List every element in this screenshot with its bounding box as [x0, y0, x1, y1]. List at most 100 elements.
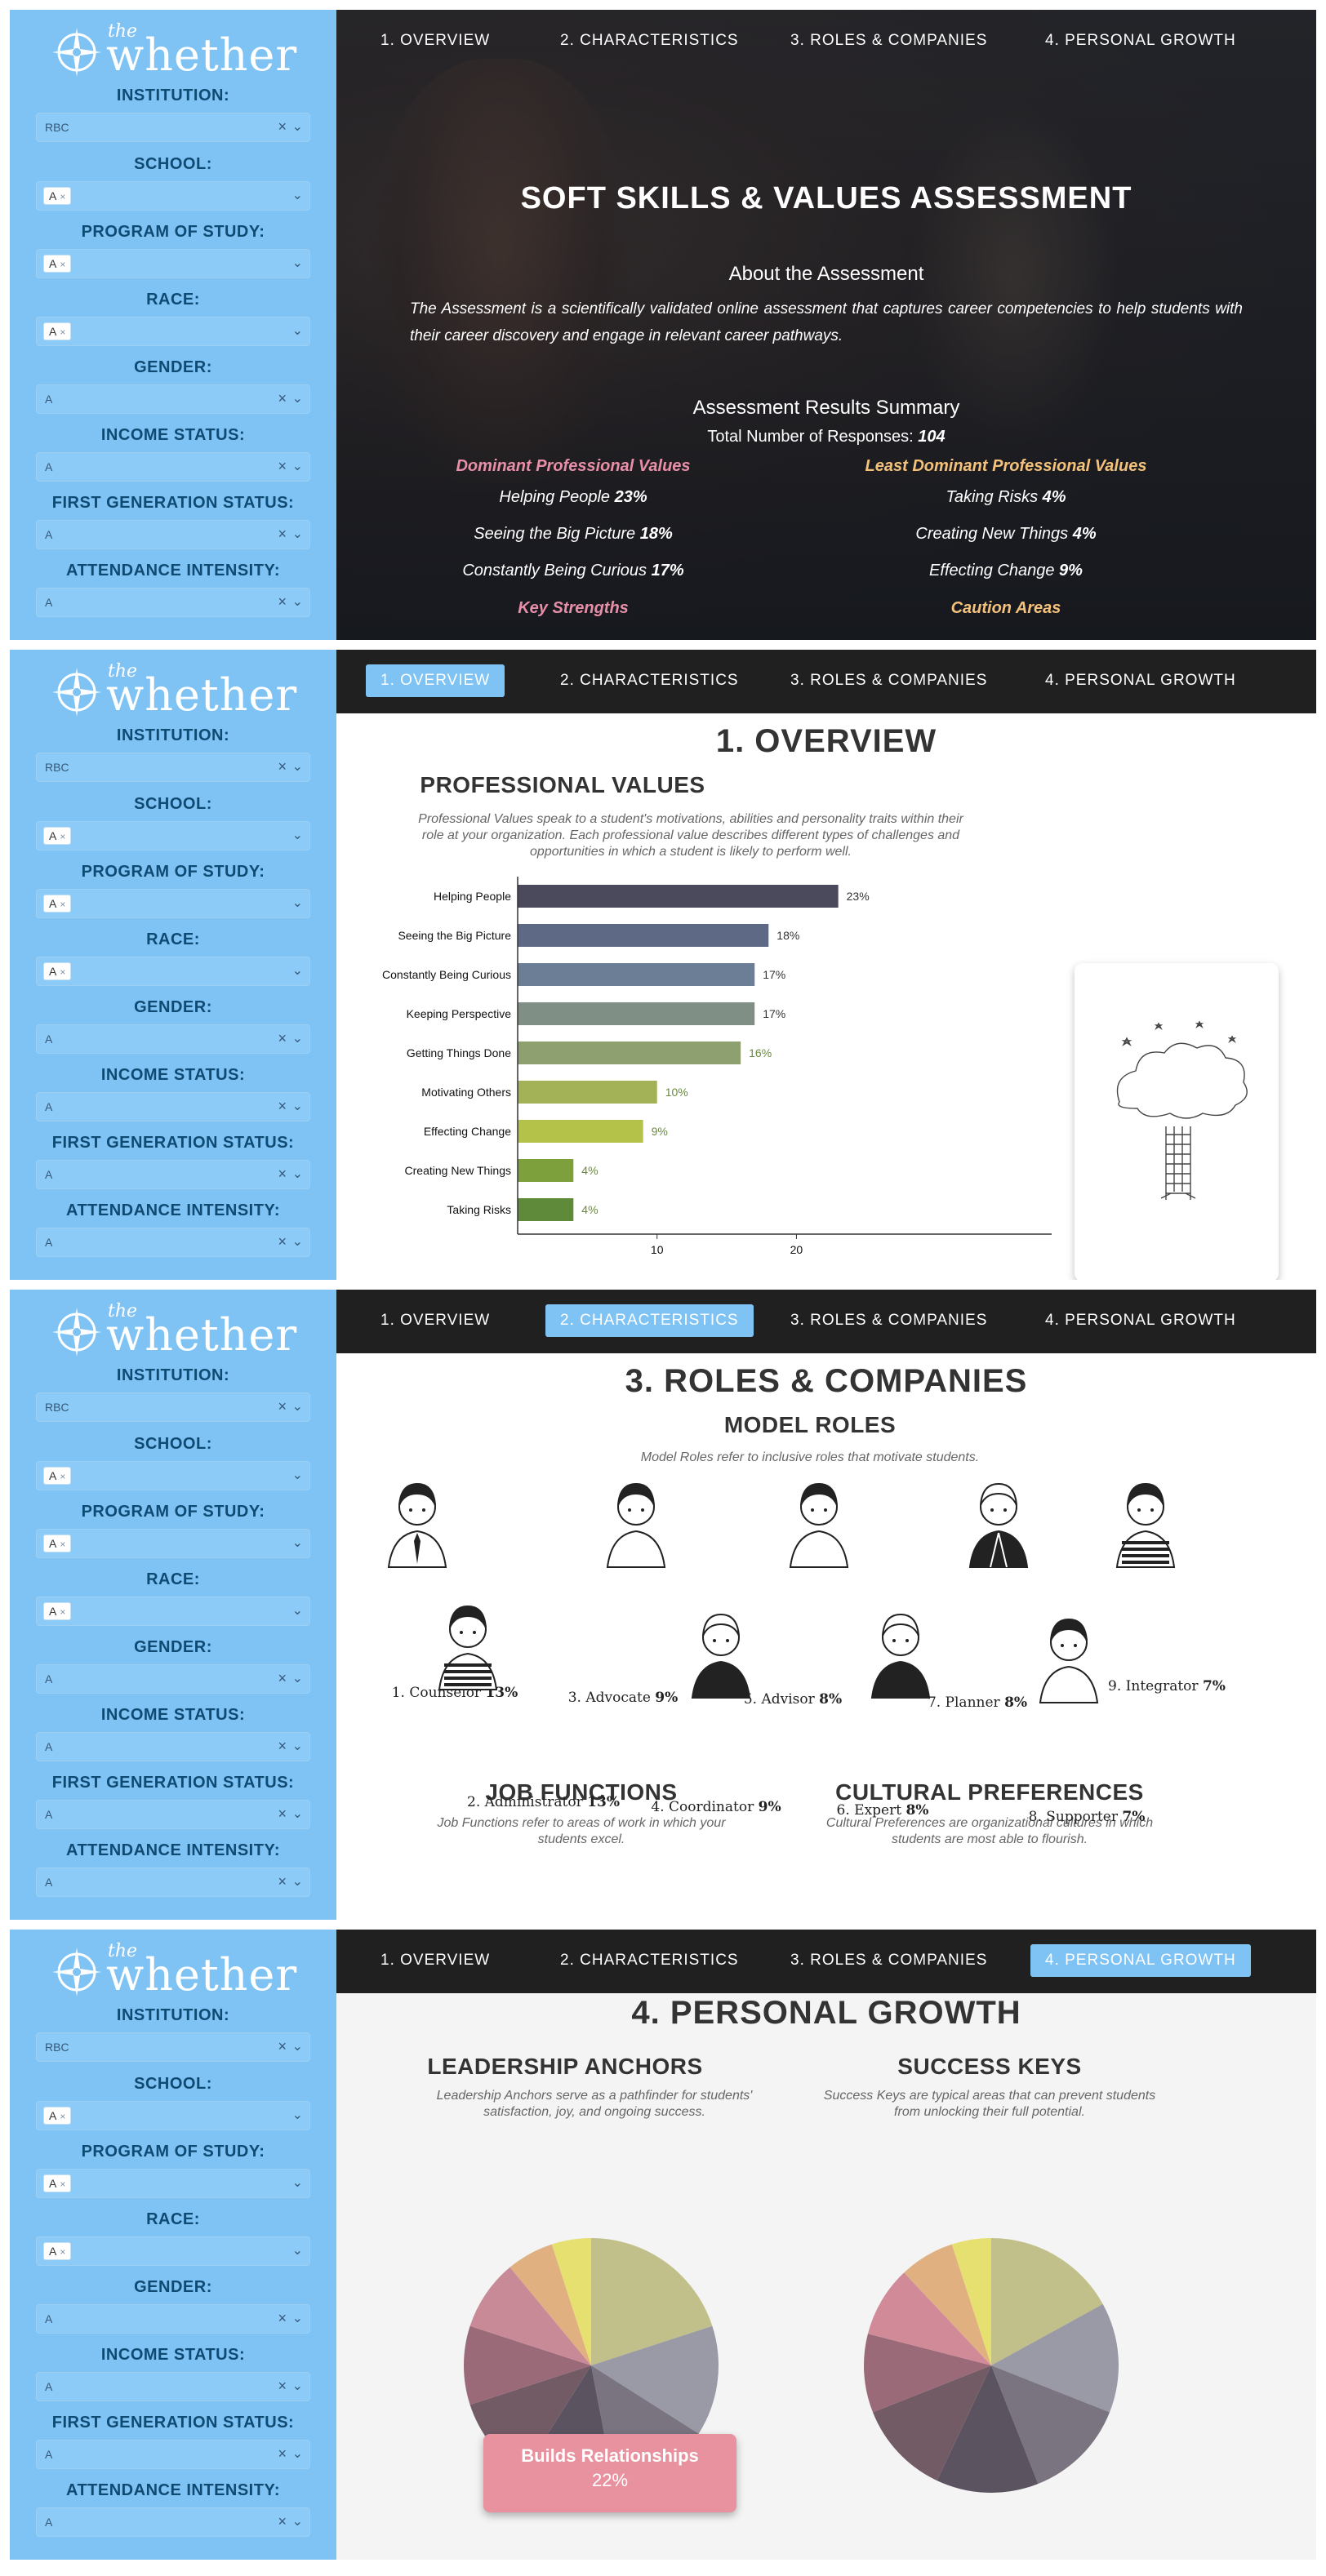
bar[interactable] [518, 1159, 574, 1182]
bar[interactable] [518, 1042, 741, 1064]
selected-chip[interactable]: A × [43, 1467, 72, 1485]
selected-chip[interactable]: A × [43, 255, 72, 273]
clear-icon[interactable]: × [278, 758, 287, 775]
selected-chip[interactable]: A × [43, 2174, 72, 2192]
brand-logo[interactable]: the whether [51, 1941, 312, 2000]
nav-tab-3[interactable]: 3. ROLES & COMPANIES [776, 1304, 1002, 1337]
chevron-down-icon[interactable]: ⌄ [292, 1467, 303, 1483]
chevron-down-icon[interactable]: ⌄ [292, 2378, 303, 2394]
clear-icon[interactable]: × [278, 1738, 287, 1755]
chevron-down-icon[interactable]: ⌄ [292, 593, 303, 610]
selected-chip[interactable]: A × [43, 187, 72, 205]
bar[interactable] [518, 885, 839, 908]
clear-icon[interactable]: × [278, 2513, 287, 2530]
filter-select[interactable]: A × ⌄ [36, 181, 310, 211]
nav-tab-3[interactable]: 3. ROLES & COMPANIES [776, 1944, 1002, 1977]
chevron-down-icon[interactable]: ⌄ [292, 1534, 303, 1551]
selected-chip[interactable]: A × [43, 827, 72, 845]
chevron-down-icon[interactable]: ⌄ [292, 2174, 303, 2191]
clear-icon[interactable]: × [278, 1805, 287, 1823]
clear-icon[interactable]: × [278, 1233, 287, 1250]
nav-tab-4[interactable]: 4. PERSONAL GROWTH [1030, 1944, 1251, 1977]
filter-select[interactable]: A × ⌄ [36, 1228, 310, 1257]
nav-tab-4[interactable]: 4. PERSONAL GROWTH [1030, 24, 1251, 57]
nav-tab-3[interactable]: 3. ROLES & COMPANIES [776, 24, 1002, 57]
clear-icon[interactable]: × [278, 2378, 287, 2395]
filter-select[interactable]: A × ⌄ [36, 1664, 310, 1694]
chevron-down-icon[interactable]: ⌄ [292, 1670, 303, 1686]
clear-icon[interactable]: × [278, 2310, 287, 2327]
chevron-down-icon[interactable]: ⌄ [292, 1738, 303, 1754]
filter-select[interactable]: A × ⌄ [36, 2101, 310, 2130]
chip-remove-icon[interactable]: × [60, 326, 65, 338]
chevron-down-icon[interactable]: ⌄ [292, 1873, 303, 1890]
filter-select[interactable]: A × ⌄ [36, 821, 310, 851]
filter-select[interactable]: A × ⌄ [36, 1868, 310, 1897]
filter-select[interactable]: A × ⌄ [36, 588, 310, 617]
chip-remove-icon[interactable]: × [60, 899, 65, 910]
brand-logo[interactable]: the whether [51, 21, 312, 80]
nav-tab-3[interactable]: 3. ROLES & COMPANIES [776, 664, 1002, 697]
filter-select[interactable]: A × ⌄ [36, 1597, 310, 1626]
selected-chip[interactable]: A × [43, 1534, 72, 1552]
bar[interactable] [518, 963, 755, 986]
bar[interactable] [518, 1120, 643, 1143]
selected-chip[interactable]: A × [43, 2107, 72, 2125]
clear-icon[interactable]: × [278, 1873, 287, 1890]
brand-logo[interactable]: the whether [51, 661, 312, 720]
filter-select[interactable]: A × ⌄ [36, 2304, 310, 2334]
clear-icon[interactable]: × [278, 1398, 287, 1415]
chevron-down-icon[interactable]: ⌄ [292, 895, 303, 911]
chevron-down-icon[interactable]: ⌄ [292, 2310, 303, 2326]
filter-select[interactable]: A × ⌄ [36, 1732, 310, 1761]
chevron-down-icon[interactable]: ⌄ [292, 458, 303, 474]
chip-remove-icon[interactable]: × [60, 966, 65, 978]
chip-remove-icon[interactable]: × [60, 191, 65, 202]
selected-chip[interactable]: A × [43, 895, 72, 913]
filter-select[interactable]: RBC × ⌄ [36, 113, 310, 142]
bar[interactable] [518, 1002, 755, 1025]
selected-chip[interactable]: A × [43, 322, 72, 340]
chip-remove-icon[interactable]: × [60, 1606, 65, 1618]
filter-select[interactable]: A × ⌄ [36, 889, 310, 918]
chevron-down-icon[interactable]: ⌄ [292, 1398, 303, 1415]
chevron-down-icon[interactable]: ⌄ [292, 390, 303, 406]
chevron-down-icon[interactable]: ⌄ [292, 2445, 303, 2462]
chevron-down-icon[interactable]: ⌄ [292, 962, 303, 979]
clear-icon[interactable]: × [278, 390, 287, 407]
chevron-down-icon[interactable]: ⌄ [292, 2107, 303, 2123]
nav-tab-2[interactable]: 2. CHARACTERISTICS [545, 664, 754, 697]
chevron-down-icon[interactable]: ⌄ [292, 1166, 303, 1182]
chevron-down-icon[interactable]: ⌄ [292, 758, 303, 775]
nav-tab-4[interactable]: 4. PERSONAL GROWTH [1030, 664, 1251, 697]
bar[interactable] [518, 924, 769, 947]
chevron-down-icon[interactable]: ⌄ [292, 118, 303, 135]
filter-select[interactable]: A × ⌄ [36, 1800, 310, 1829]
chevron-down-icon[interactable]: ⌄ [292, 322, 303, 339]
filter-select[interactable]: A × ⌄ [36, 1461, 310, 1490]
filter-select[interactable]: A × ⌄ [36, 2372, 310, 2401]
nav-tab-2[interactable]: 2. CHARACTERISTICS [545, 1304, 754, 1337]
clear-icon[interactable]: × [278, 526, 287, 543]
nav-tab-2[interactable]: 2. CHARACTERISTICS [545, 1944, 754, 1977]
chip-remove-icon[interactable]: × [60, 1539, 65, 1550]
chip-remove-icon[interactable]: × [60, 259, 65, 270]
clear-icon[interactable]: × [278, 1166, 287, 1183]
chevron-down-icon[interactable]: ⌄ [292, 187, 303, 203]
nav-tab-1[interactable]: 1. OVERVIEW [366, 1304, 505, 1337]
selected-chip[interactable]: A × [43, 2242, 72, 2260]
filter-select[interactable]: A × ⌄ [36, 1024, 310, 1054]
clear-icon[interactable]: × [278, 118, 287, 135]
bar[interactable] [518, 1081, 657, 1104]
filter-select[interactable]: A × ⌄ [36, 520, 310, 549]
selected-chip[interactable]: A × [43, 1602, 72, 1620]
clear-icon[interactable]: × [278, 2445, 287, 2463]
chevron-down-icon[interactable]: ⌄ [292, 827, 303, 843]
brand-logo[interactable]: the whether [51, 1301, 312, 1360]
chevron-down-icon[interactable]: ⌄ [292, 2513, 303, 2529]
chip-remove-icon[interactable]: × [60, 2178, 65, 2190]
chevron-down-icon[interactable]: ⌄ [292, 255, 303, 271]
filter-select[interactable]: A × ⌄ [36, 2440, 310, 2469]
filter-select[interactable]: A × ⌄ [36, 957, 310, 986]
chevron-down-icon[interactable]: ⌄ [292, 1030, 303, 1046]
